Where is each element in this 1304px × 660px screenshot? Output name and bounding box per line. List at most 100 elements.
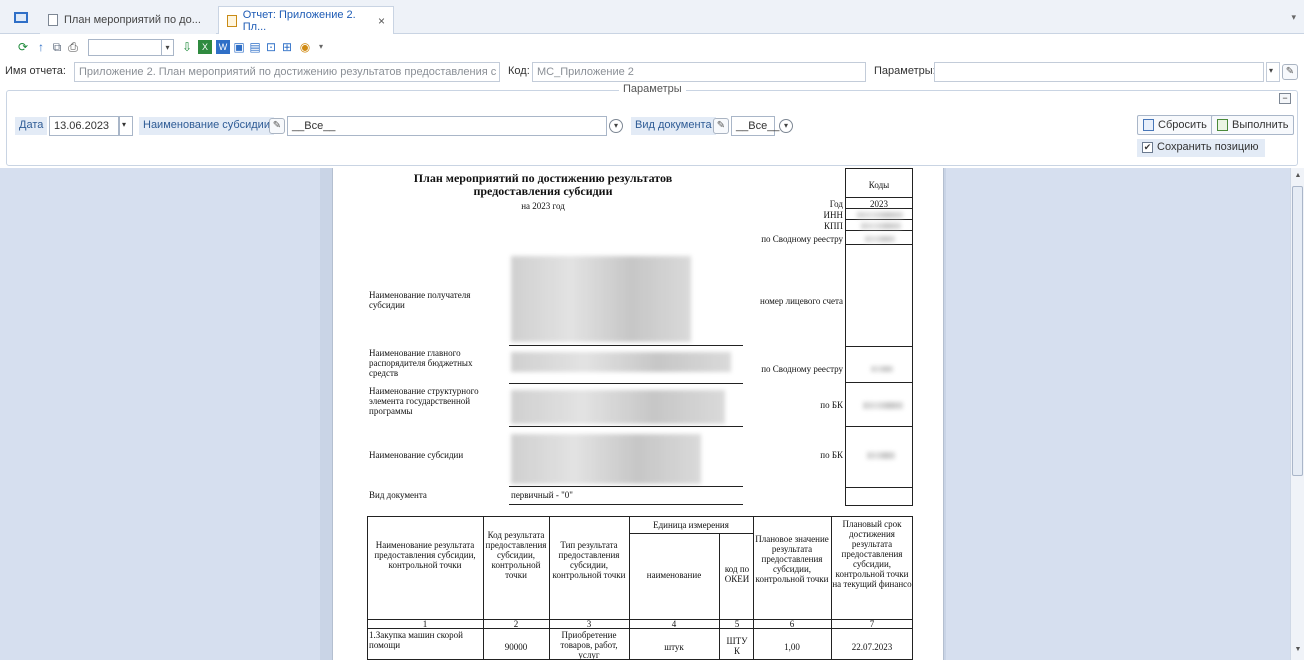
subsidy-name-label: Наименование субсидии [369, 450, 464, 460]
recipient-value-redacted [511, 256, 691, 342]
params-dropdown[interactable]: ▾ [1266, 62, 1280, 82]
tab-plan-meropriyatiy[interactable]: План мероприятий по до... [40, 6, 216, 34]
subsidy-field[interactable]: __Все__ [287, 116, 607, 136]
col-number: 1 [422, 619, 428, 629]
tab-label: План мероприятий по до... [64, 14, 201, 26]
th-unit-group: Единица измерения [653, 520, 729, 530]
row-plan-value: 1,00 [784, 642, 800, 652]
params-panel: Параметры − Дата 13.06.2023 ▾ Наименован… [6, 83, 1298, 166]
recipient-label: Наименование получателя субсидии [369, 290, 471, 310]
report-icon [227, 14, 237, 27]
report-sheet: План мероприятий по достижению результат… [332, 168, 944, 660]
params-field[interactable] [934, 62, 1264, 82]
col-number: 2 [513, 619, 519, 629]
zoom-select[interactable]: ▾ [88, 39, 174, 56]
close-icon[interactable]: × [378, 14, 385, 28]
zoom-icon[interactable]: ⊡ [264, 40, 278, 54]
subsidy-label: Наименование субсидии [139, 117, 274, 135]
subsidy-name-value-redacted [511, 434, 701, 484]
grbs-label: Наименование главного распорядителя бюдж… [369, 348, 473, 378]
print-icon[interactable]: ⎙ [66, 40, 80, 54]
settings-icon[interactable]: ◉ [298, 40, 312, 54]
code-label: Код: [508, 65, 530, 77]
struct-label: Наименование структурного элемента госуд… [369, 386, 479, 416]
tab-menu-icon[interactable]: ▾ [1291, 12, 1296, 23]
collapse-icon[interactable]: − [1279, 93, 1291, 104]
col-number: 5 [734, 619, 740, 629]
pencil-icon[interactable]: ✎ [1282, 64, 1298, 80]
bk-label-2: по БК [820, 450, 843, 460]
th-unit-name: наименование [646, 570, 702, 580]
word-icon[interactable]: W [216, 40, 230, 54]
col-number: 7 [869, 619, 875, 629]
date-label: Дата [15, 117, 48, 135]
th-plan-date: Плановый срок достижения результата пред… [832, 519, 912, 589]
svodny-value-2-redacted [871, 366, 893, 372]
tab-label: Отчет: Приложение 2. Пл... [242, 8, 356, 33]
chevron-down-icon[interactable]: ▾ [609, 119, 623, 133]
kpp-label: КПП [823, 221, 843, 231]
row-unit-name: штук [664, 642, 684, 652]
report-name-field[interactable]: Приложение 2. План мероприятий по достиж… [74, 62, 500, 82]
col-number: 6 [789, 619, 795, 629]
th-okei: код по ОКЕИ [724, 564, 750, 584]
chevron-down-icon[interactable]: ▾ [779, 119, 793, 133]
tab-bar: План мероприятий по до... Отчет: Приложе… [0, 0, 1304, 34]
scroll-up-icon[interactable]: ▲ [1293, 172, 1303, 182]
image-icon[interactable]: ▣ [232, 40, 246, 54]
export-icon[interactable]: ⇩ [180, 40, 194, 54]
page-icon[interactable]: ▤ [248, 40, 262, 54]
doc-title-line2: предоставления субсидии [473, 184, 613, 198]
save-position-checkbox[interactable]: ✔ Сохранить позицию [1137, 139, 1265, 157]
up-arrow-icon[interactable]: ↑ [34, 40, 48, 54]
svodny-label-2: по Сводному реестру [761, 364, 843, 374]
row-plan-date: 22.07.2023 [851, 642, 893, 652]
scrollbar-thumb[interactable] [1292, 186, 1303, 476]
date-dropdown[interactable]: ▾ [119, 116, 133, 136]
scroll-down-icon[interactable]: ▼ [1293, 646, 1303, 656]
run-icon [1217, 119, 1228, 131]
year-value: 2023 [870, 199, 888, 209]
params-label: Параметры: [874, 65, 936, 77]
reset-icon [1143, 119, 1154, 131]
th-result-type: Тип результата предоставления субсидии, … [552, 540, 626, 580]
th-result-code: Код результата предоставления субсидии, … [485, 530, 547, 580]
copy-icon[interactable]: ⧉ [50, 40, 64, 54]
toolbar: ⟳ ↑ ⧉ ⎙ ▾ ⇩ X W ▣ ▤ ⊡ ⊞ ◉ ▾ [0, 36, 1304, 58]
window-icon[interactable] [14, 12, 28, 23]
inn-value-redacted [857, 212, 903, 218]
report-name-row: Имя отчета: Приложение 2. План мероприят… [0, 60, 1304, 84]
report-preview[interactable]: План мероприятий по достижению результат… [0, 168, 1304, 660]
pencil-icon[interactable]: ✎ [713, 118, 729, 134]
doc-type-field[interactable]: __Все__ [731, 116, 779, 136]
grbs-value-redacted [511, 352, 731, 372]
th-result-name: Наименование результата предоставления с… [374, 540, 476, 570]
tab-otchet-prilozhenie[interactable]: Отчет: Приложение 2. Пл... × [218, 6, 394, 34]
bk-value-redacted [863, 402, 903, 409]
account-label: номер лицевого счета [760, 296, 843, 306]
checkbox-icon: ✔ [1142, 142, 1153, 153]
chevron-down-icon: ▾ [161, 40, 173, 55]
bk-value-2-redacted [867, 452, 895, 459]
fit-icon[interactable]: ⊞ [280, 40, 294, 54]
run-button[interactable]: Выполнить [1211, 115, 1295, 135]
svodny-label: по Сводному реестру [761, 234, 843, 244]
doc-type-label: Вид документа [631, 117, 716, 135]
doc-type-doc-value: первичный - "0" [511, 490, 573, 500]
pencil-icon[interactable]: ✎ [269, 118, 285, 134]
excel-icon[interactable]: X [198, 40, 212, 54]
bk-label: по БК [820, 400, 843, 410]
more-icon[interactable]: ▾ [314, 40, 328, 54]
params-title: Параметры [619, 83, 686, 95]
kpp-value-redacted [861, 223, 901, 229]
row-result-name: 1.Закупка машин скорой помощи [369, 630, 463, 650]
col-number: 4 [671, 619, 677, 629]
code-field[interactable]: МС_Приложение 2 [532, 62, 866, 82]
vertical-scrollbar[interactable]: ▲ ▼ [1290, 168, 1304, 660]
refresh-icon[interactable]: ⟳ [16, 40, 30, 54]
reset-button[interactable]: Сбросить [1137, 115, 1213, 135]
svodny-value-redacted [865, 236, 895, 242]
report-name-label: Имя отчета: [5, 65, 66, 77]
doc-year-line: на 2023 год [521, 201, 565, 211]
date-field[interactable]: 13.06.2023 [49, 116, 119, 136]
